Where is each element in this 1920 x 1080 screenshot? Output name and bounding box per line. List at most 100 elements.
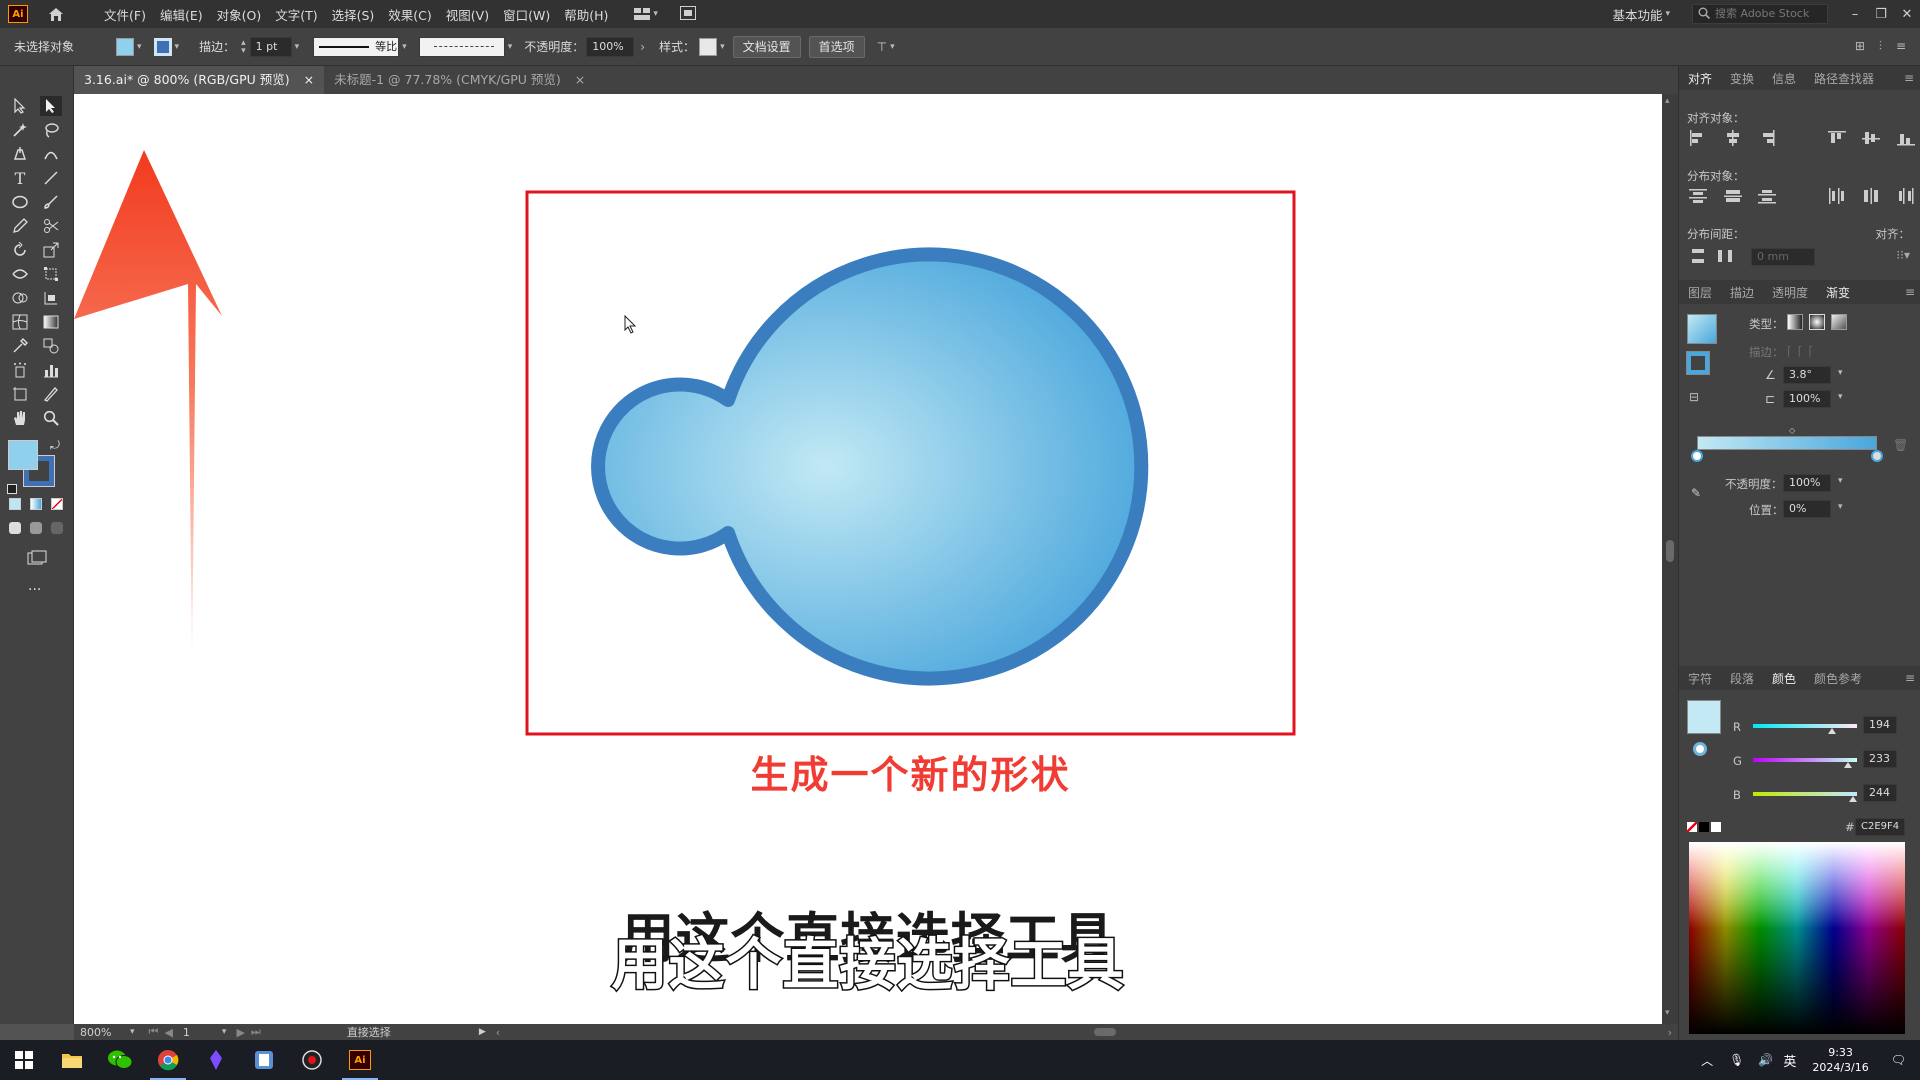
scissors-icon[interactable] [40,216,62,236]
edit-gradient-icon[interactable]: ⊟ [1689,390,1699,404]
tab-color[interactable]: 颜色 [1763,670,1805,687]
color-mode-icon[interactable] [9,498,21,510]
scroll-down-icon[interactable]: ▾ [1665,1008,1670,1018]
tab-pathfinder[interactable]: 路径查找器 [1805,70,1883,87]
vertical-spacing-icon[interactable] [1689,248,1707,267]
chevron-down-icon[interactable]: ▾ [130,1027,135,1037]
align-to-select[interactable]: ⁝⁝▾ [1896,248,1910,262]
chevron-down-icon[interactable]: ▾ [222,1027,227,1037]
align-bottom-icon[interactable] [1896,130,1915,149]
distribute-top-icon[interactable] [1689,188,1707,207]
curvature-tool-icon[interactable] [40,144,62,164]
shape-builder-icon[interactable] [9,288,31,308]
draw-behind-icon[interactable] [30,522,42,534]
notification-center-icon[interactable]: 🗨 [1891,1053,1906,1067]
prev-artboard-icon[interactable]: ◀ [164,1026,172,1039]
type-tool-icon[interactable]: T [9,168,31,188]
freeform-gradient-icon[interactable] [1831,314,1847,330]
line-tool-icon[interactable] [40,168,62,188]
artboard-canvas[interactable]: 生成一个新的形状 用这个直接选择工具 用这个直接选择工具 [74,94,1662,1024]
scale-tool-icon[interactable] [40,240,62,260]
status-menu-icon[interactable]: ▶ [479,1027,486,1037]
horizontal-spacing-icon[interactable] [1717,248,1735,267]
width-tool-icon[interactable] [9,264,31,284]
none-swatch[interactable] [1687,822,1697,832]
menu-type[interactable]: 文字(T) [275,5,317,24]
wechat-icon[interactable] [96,1040,144,1080]
pen-tool-icon[interactable] [9,144,31,164]
slice-tool-icon[interactable] [40,384,62,404]
tab-paragraph[interactable]: 段落 [1721,670,1763,687]
menu-view[interactable]: 视图(V) [446,5,489,24]
red-value-input[interactable]: 194 [1863,716,1897,734]
gpu-preview-icon[interactable] [679,5,696,23]
green-slider-thumb[interactable] [1843,762,1852,768]
menu-window[interactable]: 窗口(W) [503,5,550,24]
radial-gradient-icon[interactable] [1809,314,1825,330]
chevron-down-icon[interactable]: ▾ [1838,392,1843,402]
blue-slider[interactable] [1753,792,1857,802]
distribute-right-icon[interactable] [1897,188,1915,207]
distribute-hcenter-icon[interactable] [1862,188,1880,207]
vpn-app-icon[interactable] [192,1040,240,1080]
scroll-up-icon[interactable]: ▴ [1665,96,1670,106]
menu-edit[interactable]: 编辑(E) [160,5,203,24]
direct-selection-tool-icon[interactable] [40,96,62,116]
gradient-location-input[interactable]: 0% [1783,500,1831,518]
gradient-stop-start[interactable] [1691,450,1703,462]
notes-app-icon[interactable] [240,1040,288,1080]
stroke-across-icon[interactable]: ⌈ [1808,344,1813,358]
align-hcenter-icon[interactable] [1724,130,1742,149]
paintbrush-icon[interactable] [40,192,62,212]
gradient-mode-icon[interactable] [30,498,42,510]
zoom-level[interactable]: 800% [80,1026,120,1039]
pencil-icon[interactable] [9,216,31,236]
symbol-sprayer-icon[interactable] [9,360,31,380]
scroll-thumb[interactable] [1666,540,1674,562]
mesh-tool-icon[interactable] [9,312,31,332]
menu-object[interactable]: 对象(O) [217,5,262,24]
volume-icon[interactable]: 🔊 [1758,1053,1773,1067]
blend-tool-icon[interactable] [40,336,62,356]
artboard-number[interactable]: 1 [183,1026,219,1039]
blue-slider-thumb[interactable] [1848,796,1857,802]
chevron-down-icon[interactable]: ▾ [890,42,895,52]
more-tools-icon[interactable]: ··· [28,582,41,598]
start-menu-icon[interactable] [0,1040,48,1080]
vertical-scrollbar[interactable]: ▴ ▾ [1662,94,1678,1024]
tab-character[interactable]: 字符 [1679,670,1721,687]
color-spectrum[interactable] [1689,842,1905,1034]
screen-mode-icon[interactable] [27,550,47,569]
tab-color-guide[interactable]: 颜色参考 [1805,670,1871,687]
microphone-icon[interactable]: 🎙 [1729,1053,1744,1067]
gradient-stop-end[interactable] [1871,450,1883,462]
transform-icon[interactable]: ⊤ [877,40,887,54]
none-mode-icon[interactable] [51,498,63,510]
file-explorer-icon[interactable] [48,1040,96,1080]
panel-arrange-icon[interactable]: ⊞ [1855,39,1865,54]
align-options-icon[interactable]: ⫶ [1879,39,1882,54]
tab-document-3-16[interactable]: 3.16.ai* @ 800% (RGB/GPU 预览) × [74,66,325,94]
ellipse-tool-icon[interactable] [9,192,31,212]
restore-icon[interactable]: ❐ [1868,7,1894,22]
align-top-icon[interactable] [1827,130,1846,149]
menu-help[interactable]: 帮助(H) [564,5,608,24]
stroke-along-icon[interactable]: ⌈ [1798,344,1803,358]
recorder-app-icon[interactable] [288,1040,336,1080]
align-vcenter-icon[interactable] [1862,130,1881,149]
stroke-color-indicator[interactable] [1693,742,1707,756]
magic-wand-icon[interactable] [9,120,31,140]
close-icon[interactable]: × [575,66,585,94]
gradient-tool-icon[interactable] [40,312,62,332]
draw-inside-icon[interactable] [51,522,63,534]
chevron-down-icon[interactable]: ▾ [508,42,513,52]
distribute-bottom-icon[interactable] [1758,188,1777,207]
tab-align[interactable]: 对齐 [1679,70,1721,87]
rotate-tool-icon[interactable] [9,240,31,260]
panel-menu-icon[interactable]: ≡ [1896,39,1906,54]
gradient-stroke-preview[interactable] [1686,351,1710,375]
chevron-down-icon[interactable]: ▾ [295,42,300,52]
fill-swatch[interactable] [116,37,135,56]
gradient-opacity-input[interactable]: 100% [1783,474,1831,492]
gradient-fill-preview[interactable] [1687,314,1717,344]
